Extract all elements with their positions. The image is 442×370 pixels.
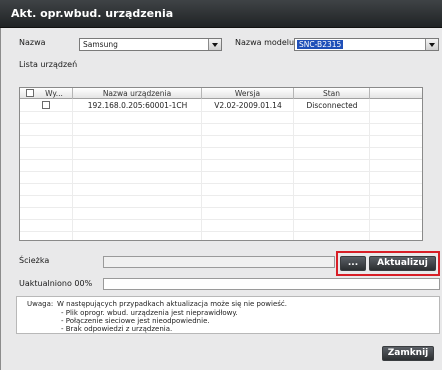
notice-text: W następujących przypadkach aktualizacja… [57,300,287,308]
close-button[interactable]: Zamknij [382,346,434,361]
select-all-checkbox[interactable] [26,89,34,97]
device-name-cell: 192.168.0.205:60001-1CH [87,101,188,110]
title-bar[interactable]: Akt. opr.wbud. urządzenia [0,0,442,28]
model-label: Nazwa modelu [235,38,295,47]
table-row[interactable]: 192.168.0.205:60001-1CH V2.02-2009.01.14… [20,100,422,111]
version-cell: V2.02-2009.01.14 [214,101,282,110]
column-header-empty [370,88,422,99]
model-select[interactable]: SNC-B2315 [294,38,439,51]
row-divider [20,231,422,232]
progress-label: Uaktualniono 00% [19,279,93,288]
row-divider [20,219,422,220]
notice-item: - Połączenie sieciowe jest nieodpowiedni… [61,317,210,325]
name-select-value: Samsung [83,40,118,49]
column-header-select[interactable]: Wy... [36,88,73,99]
chevron-down-icon[interactable] [208,39,221,50]
row-divider [20,123,422,124]
update-notice: Uwaga: W następujących przypadkach aktua… [16,296,440,334]
window-title: Akt. opr.wbud. urządzenia [11,7,174,20]
notice-item: - Brak odpowiedzi z urządzenia. [61,325,173,333]
column-header-status[interactable]: Stan [294,88,370,99]
progress-bar [103,278,440,290]
row-divider [20,207,422,208]
status-cell: Disconnected [306,101,358,110]
row-divider [20,171,422,172]
firmware-update-dialog: Akt. opr.wbud. urządzenia Nazwa Samsung … [0,0,442,370]
row-divider [20,195,422,196]
row-divider [20,159,422,160]
device-list-label: Lista urządzeń [19,60,78,69]
path-label: Ścieżka [19,256,50,265]
notice-item: - Plik oprogr. wbud. urządzenia jest nie… [61,309,238,317]
notice-heading: Uwaga: [27,300,54,308]
row-divider [20,183,422,184]
column-header-version[interactable]: Wersja [202,88,294,99]
name-select[interactable]: Samsung [79,38,222,51]
column-header-device-name[interactable]: Nazwa urządzenia [73,88,202,99]
table-header: Wy... Nazwa urządzenia Wersja Stan [20,88,422,99]
name-label: Nazwa [19,38,46,47]
browse-button[interactable]: ... [340,256,366,271]
row-divider [20,111,422,112]
row-divider [20,147,422,148]
row-checkbox[interactable] [42,101,50,109]
chevron-down-icon[interactable] [425,39,438,50]
update-button[interactable]: Aktualizuj [369,256,436,271]
path-field [103,256,335,268]
device-table: Wy... Nazwa urządzenia Wersja Stan 192.1… [19,87,423,241]
row-divider [20,135,422,136]
model-select-value: SNC-B2315 [297,40,344,49]
